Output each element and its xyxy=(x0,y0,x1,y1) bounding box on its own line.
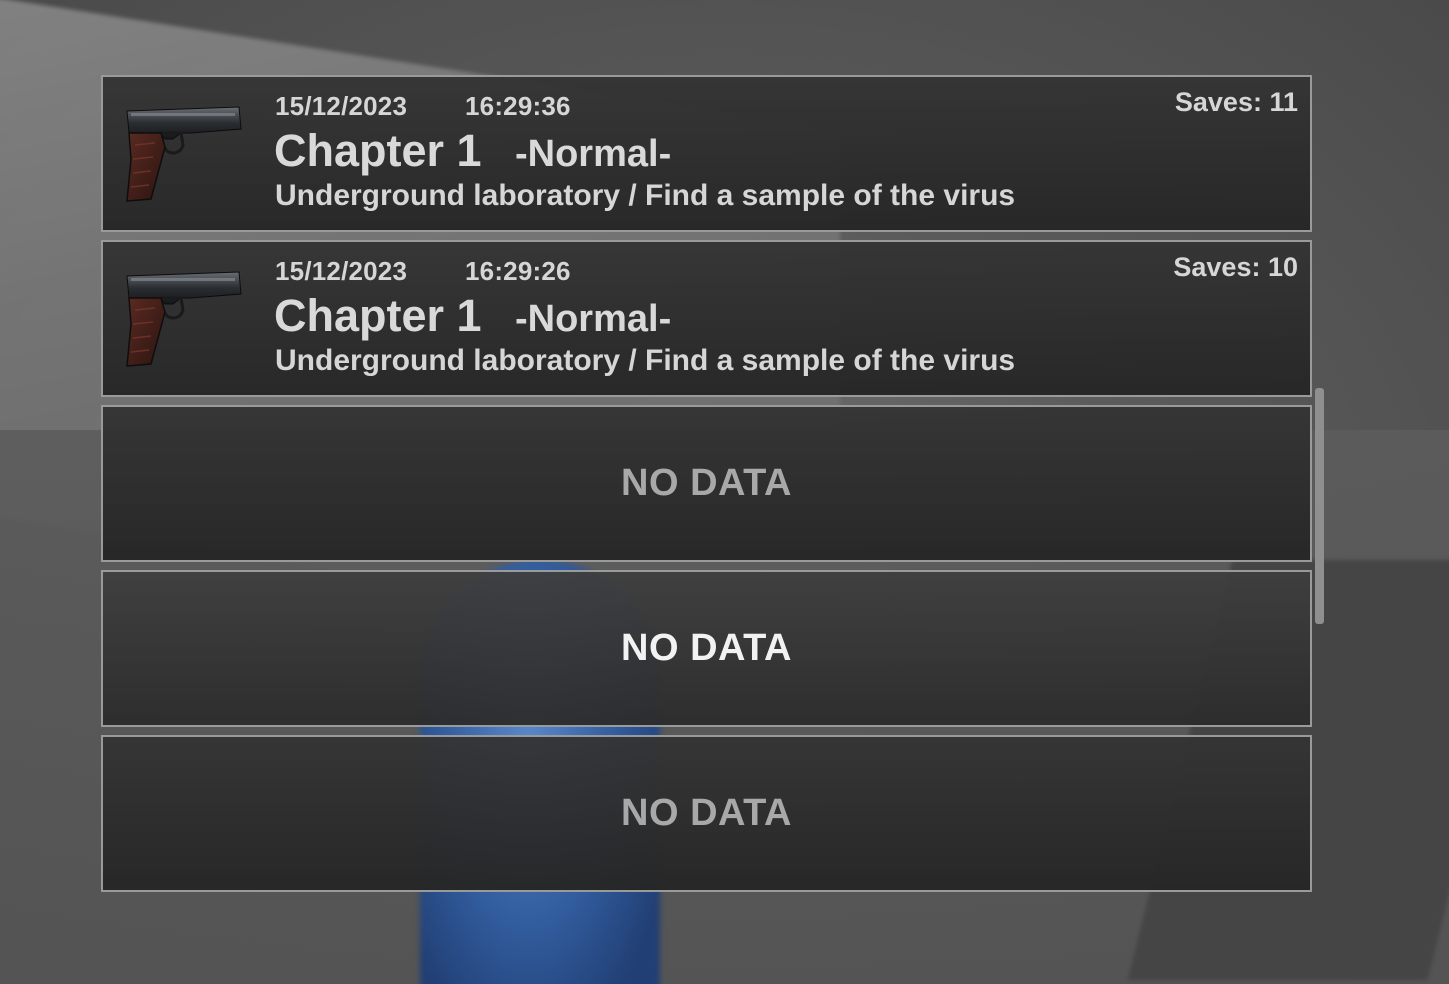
save-time: 16:29:36 xyxy=(465,91,571,121)
scrollbar-thumb[interactable] xyxy=(1315,388,1324,624)
location-objective: Underground laboratory / Find a sample o… xyxy=(275,344,1016,377)
save-slot-3[interactable]: NO DATA xyxy=(101,405,1312,562)
location-objective: Underground laboratory / Find a sample o… xyxy=(275,179,1016,212)
difficulty-label: -Normal- xyxy=(515,298,672,340)
save-slot-list: 15/12/2023 16:29:36 Saves: 11 Chapter 1 … xyxy=(101,75,1312,892)
pistol-icon xyxy=(121,264,245,376)
save-slot-1[interactable]: 15/12/2023 16:29:36 Saves: 11 Chapter 1 … xyxy=(101,75,1312,232)
empty-slot-label: NO DATA xyxy=(621,462,792,504)
chapter-title: Chapter 1 xyxy=(274,125,482,176)
save-count: Saves: 10 xyxy=(1173,252,1298,282)
save-date: 15/12/2023 xyxy=(275,256,408,286)
difficulty-label: -Normal- xyxy=(515,133,672,175)
save-time: 16:29:26 xyxy=(465,256,571,286)
save-slot-2[interactable]: 15/12/2023 16:29:26 Saves: 10 Chapter 1 … xyxy=(101,240,1312,397)
save-slot-5[interactable]: NO DATA xyxy=(101,735,1312,892)
save-count: Saves: 11 xyxy=(1174,87,1298,117)
save-slot-4[interactable]: NO DATA xyxy=(101,570,1312,727)
empty-slot-label: NO DATA xyxy=(621,627,792,669)
empty-slot-label: NO DATA xyxy=(621,792,792,834)
chapter-title: Chapter 1 xyxy=(274,290,482,341)
save-date: 15/12/2023 xyxy=(275,91,408,121)
pistol-icon xyxy=(121,99,245,211)
